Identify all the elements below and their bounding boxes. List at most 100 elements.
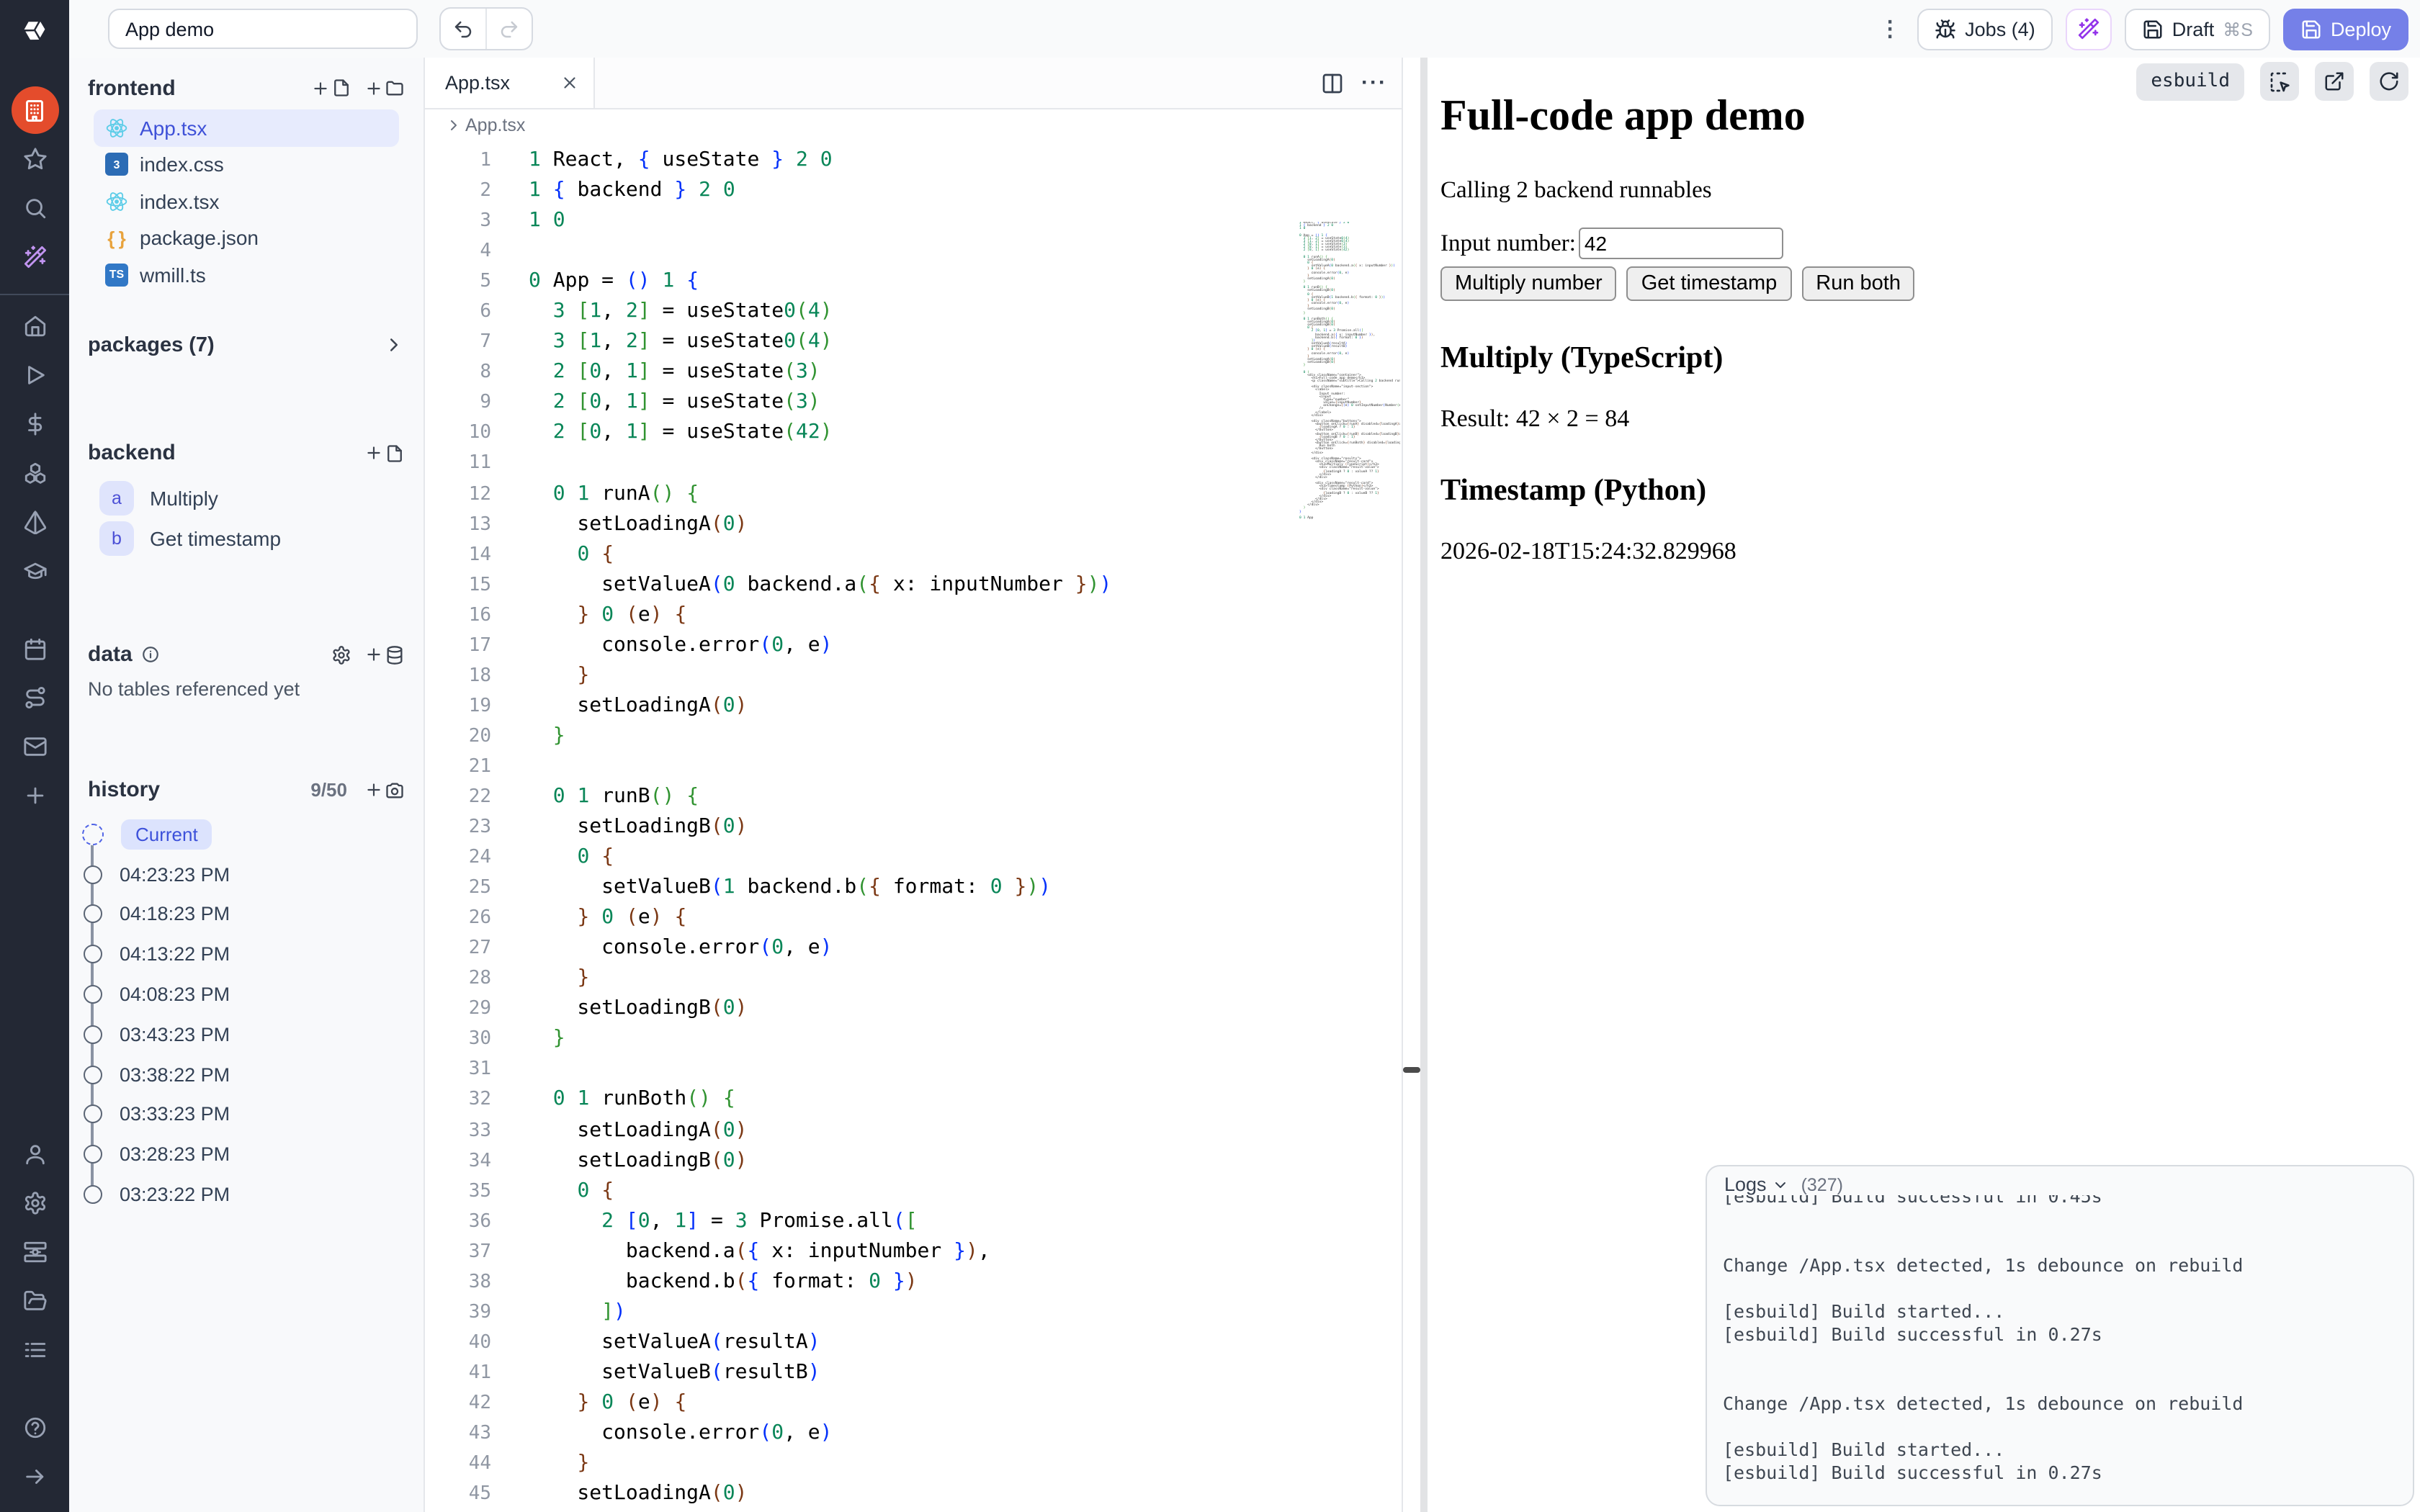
file-item-package-json[interactable]: { }package.json: [94, 220, 399, 256]
code-line-40[interactable]: 40 setValueA(resultA): [425, 1328, 1402, 1358]
tutorials-graduation-cap-icon[interactable]: [10, 546, 59, 595]
code-line-38[interactable]: 38 backend.b({ format: 0 }): [425, 1266, 1402, 1297]
workers-icon[interactable]: [10, 1227, 59, 1276]
code-line-41[interactable]: 41 setValueB(resultB): [425, 1358, 1402, 1388]
code-line-13[interactable]: 13 setLoadingA(0): [425, 509, 1402, 539]
code-line-16[interactable]: 16 } 0 (e) {: [425, 600, 1402, 630]
history-entry[interactable]: 03:33:23 PM: [69, 1094, 424, 1135]
add-runnable-button[interactable]: [364, 443, 405, 463]
add-folder-button[interactable]: [364, 78, 405, 98]
history-entry[interactable]: 03:43:23 PM: [69, 1014, 424, 1055]
windmill-logo-icon[interactable]: [17, 13, 52, 55]
ai-wand-icon[interactable]: [10, 232, 59, 281]
code-line-12[interactable]: 12 0 1 runA() {: [425, 479, 1402, 509]
code-line-5[interactable]: 50 App = () 1 {: [425, 266, 1402, 297]
breadcrumb[interactable]: App.tsx: [425, 109, 1402, 141]
file-item-index-tsx[interactable]: index.tsx: [94, 183, 399, 220]
code-line-32[interactable]: 32 0 1 runBoth() {: [425, 1085, 1402, 1115]
code-viewport[interactable]: 11 React, { useState } 2 021 { b…: [425, 141, 1402, 1512]
code-line-10[interactable]: 10 2 [0, 1] = useState(42): [425, 418, 1402, 449]
deploy-button[interactable]: Deploy: [2283, 8, 2408, 50]
jobs-button[interactable]: Jobs (4): [1917, 8, 2053, 50]
runnable-item-b[interactable]: bGet timestamp: [88, 518, 405, 558]
code-line-31[interactable]: 31: [425, 1055, 1402, 1085]
log-lines[interactable]: [esbuild] Build successful in 0.45s Chan…: [1723, 1195, 2404, 1485]
panel-splitter[interactable]: [1403, 58, 1428, 1512]
resources-boxes-icon[interactable]: [10, 448, 59, 497]
favorites-star-icon[interactable]: [10, 134, 59, 183]
code-line-45[interactable]: 45 setLoadingA(0): [425, 1479, 1402, 1509]
code-line-22[interactable]: 22 0 1 runB() {: [425, 782, 1402, 812]
code-line-9[interactable]: 9 2 [0, 1] = useState(3): [425, 388, 1402, 418]
audit-list-icon[interactable]: [10, 1325, 59, 1374]
code-line-44[interactable]: 44 }: [425, 1449, 1402, 1479]
history-current-row[interactable]: Current: [69, 814, 424, 855]
redo-icon[interactable]: [485, 9, 532, 49]
data-settings-gear-icon[interactable]: [331, 644, 351, 665]
code-line-46[interactable]: 46 setLoadingB(0): [425, 1509, 1402, 1512]
history-entry[interactable]: 04:18:23 PM: [69, 894, 424, 935]
history-entry[interactable]: 03:38:22 PM: [69, 1055, 424, 1095]
code-line-27[interactable]: 27 console.error(0, e): [425, 933, 1402, 963]
code-line-34[interactable]: 34 setLoadingB(0): [425, 1146, 1402, 1176]
minimap[interactable]: 1 React, { useState } 2 01 { bac…: [1299, 222, 1400, 567]
code-line-26[interactable]: 26 } 0 (e) {: [425, 903, 1402, 933]
workspace-avatar[interactable]: [11, 86, 58, 134]
add-table-button[interactable]: [364, 644, 405, 665]
code-line-15[interactable]: 15 setValueA(0 backend.a({ x: inputNum…: [425, 570, 1402, 600]
packages-row[interactable]: packages (7): [88, 330, 405, 359]
schedules-calendar-icon[interactable]: [10, 624, 59, 672]
history-entry[interactable]: 04:23:23 PM: [69, 855, 424, 895]
code-line-6[interactable]: 6 3 [1, 2] = useState0(4): [425, 297, 1402, 327]
app-name-input[interactable]: App demo: [108, 9, 418, 49]
code-line-42[interactable]: 42 } 0 (e) {: [425, 1388, 1402, 1418]
ai-assistant-button[interactable]: [2066, 8, 2112, 50]
collapse-arrow-right-icon[interactable]: [10, 1452, 59, 1500]
code-line-23[interactable]: 23 setLoadingB(0): [425, 812, 1402, 842]
run-both-button[interactable]: Run both: [1801, 266, 1915, 301]
code-line-39[interactable]: 39 ]): [425, 1297, 1402, 1328]
undo-icon[interactable]: [441, 9, 485, 49]
code-line-29[interactable]: 29 setLoadingB(0): [425, 994, 1402, 1025]
history-entry[interactable]: 03:23:22 PM: [69, 1174, 424, 1215]
user-icon[interactable]: [10, 1129, 59, 1178]
code-line-14[interactable]: 14 0 {: [425, 539, 1402, 570]
file-item-wmill-ts[interactable]: TSwmill.ts: [94, 256, 399, 293]
code-line-18[interactable]: 18 }: [425, 661, 1402, 691]
add-file-button[interactable]: [311, 78, 351, 98]
code-line-35[interactable]: 35 0 {: [425, 1176, 1402, 1206]
triggers-pyramid-icon[interactable]: [10, 497, 59, 546]
info-icon[interactable]: [141, 645, 160, 664]
runnable-item-a[interactable]: aMultiply: [88, 477, 405, 518]
code-line-1[interactable]: 11 React, { useState } 2 0: [425, 145, 1402, 176]
code-line-43[interactable]: 43 console.error(0, e): [425, 1418, 1402, 1449]
history-entry[interactable]: 04:13:22 PM: [69, 935, 424, 975]
tab-app-tsx[interactable]: App.tsx: [425, 58, 595, 108]
code-line-25[interactable]: 25 setValueB(1 backend.b({ format: 0…: [425, 873, 1402, 903]
add-snapshot-button[interactable]: [364, 780, 405, 800]
close-icon[interactable]: [560, 73, 579, 92]
code-line-17[interactable]: 17 console.error(0, e): [425, 631, 1402, 661]
folders-icon[interactable]: [10, 1276, 59, 1325]
draft-button[interactable]: Draft⌘S: [2125, 8, 2270, 50]
code-line-2[interactable]: 21 { backend } 2 0: [425, 176, 1402, 206]
runs-play-icon[interactable]: [10, 350, 59, 399]
search-icon[interactable]: [10, 183, 59, 232]
code-line-30[interactable]: 30 }: [425, 1025, 1402, 1055]
variables-dollar-icon[interactable]: [10, 399, 59, 448]
routes-icon[interactable]: [10, 672, 59, 721]
code-line-19[interactable]: 19 setLoadingA(0): [425, 691, 1402, 721]
splitter-drag-handle[interactable]: [1403, 1067, 1420, 1073]
code-line-4[interactable]: 4: [425, 236, 1402, 266]
editor-menu-ellipsis-icon[interactable]: ···: [1361, 71, 1387, 95]
code-line-7[interactable]: 7 3 [1, 2] = useState0(4): [425, 328, 1402, 358]
input-number-field[interactable]: 42: [1579, 228, 1783, 259]
code-line-8[interactable]: 8 2 [0, 1] = useState(3): [425, 358, 1402, 388]
help-icon[interactable]: [10, 1403, 59, 1452]
code-line-20[interactable]: 20 }: [425, 721, 1402, 752]
code-line-33[interactable]: 33 setLoadingA(0): [425, 1115, 1402, 1146]
history-entry[interactable]: 03:28:23 PM: [69, 1135, 424, 1175]
file-item-App-tsx[interactable]: App.tsx: [94, 109, 399, 146]
split-editor-icon[interactable]: [1321, 71, 1344, 94]
more-options-kebab-icon[interactable]: ⋮: [1876, 16, 1904, 42]
